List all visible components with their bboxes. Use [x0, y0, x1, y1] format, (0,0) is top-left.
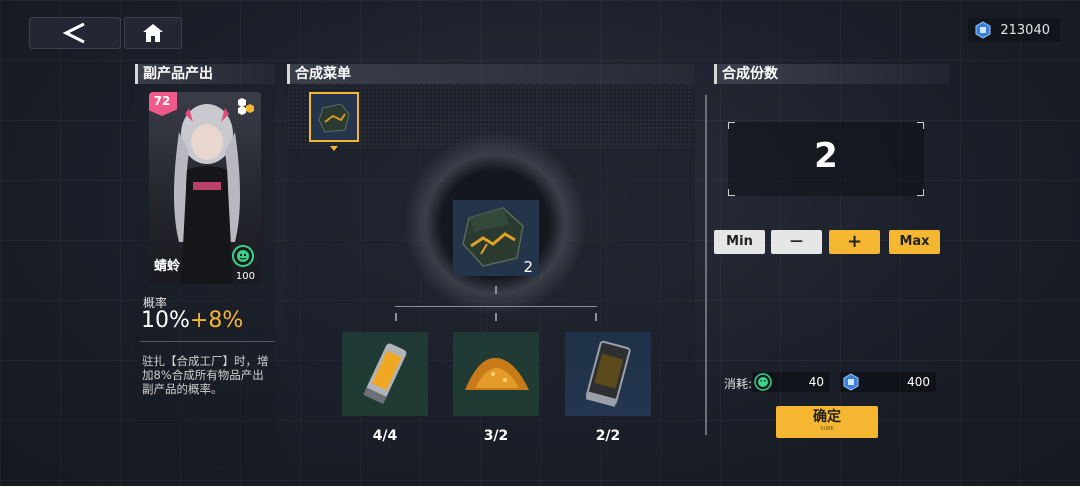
ingredient-count-3: 2/2 [595, 428, 621, 444]
ingredient-slot-1[interactable] [342, 332, 428, 416]
class-hex-icon [238, 98, 254, 115]
frame-corner [917, 122, 924, 129]
cost-value-1: 40 [808, 375, 824, 389]
frame-corner [728, 189, 735, 196]
synthesis-menu: 2 4/4 3/2 2/2 [287, 86, 695, 466]
battery-cell-icon [363, 343, 407, 405]
cost-item-1: 40 [752, 372, 830, 392]
frame-corner [728, 122, 735, 129]
byproduct-title: 副产品产出 [135, 64, 275, 84]
ingredient-count-1: 4/4 [372, 428, 398, 444]
confirm-sublabel: SURE [820, 426, 834, 432]
tree-line [495, 313, 497, 321]
output-count: 2 [523, 258, 533, 276]
byproduct-panel: 72 蜻蛉 100 概率 10%+8% 驻扎【合成工厂】时，增加8%合成所有物品… [135, 86, 275, 466]
home-icon [143, 24, 163, 42]
chip-icon [975, 21, 991, 39]
byproduct-description: 驻扎【合成工厂】时，增加8%合成所有物品产出副产品的概率。 [142, 354, 269, 396]
home-button[interactable] [124, 17, 182, 49]
back-arrow-icon [62, 22, 85, 44]
character-count: 100 [235, 271, 255, 282]
divider [140, 341, 275, 342]
minus-button[interactable]: — [771, 230, 822, 254]
probability-bonus: +8% [189, 308, 244, 333]
quantity-value: 2 [814, 136, 838, 176]
plus-button[interactable]: + [829, 230, 880, 254]
tree-line [495, 286, 497, 294]
selected-caret [330, 146, 338, 151]
max-button[interactable]: Max [889, 230, 940, 254]
cost-value-2: 400 [907, 375, 930, 389]
tree-line [395, 313, 397, 321]
cost-item-2: 400 [840, 372, 936, 392]
tree-line [395, 306, 597, 307]
confirm-button[interactable]: 确定 SURE [776, 406, 878, 438]
frame-corner [917, 189, 924, 196]
ore-pile-icon [465, 357, 529, 390]
output-item[interactable]: 2 [453, 200, 539, 276]
ingredient-slot-3[interactable] [565, 332, 651, 416]
character-name: 蜻蛉 [154, 259, 181, 274]
confirm-label: 确定 [813, 409, 841, 425]
quantity-panel: 2 Min — + Max 消耗: 40 400 确定 SURE [714, 86, 944, 466]
back-button[interactable] [29, 17, 121, 49]
cost-label: 消耗: [724, 377, 753, 391]
quantity-display: 2 [728, 122, 924, 196]
chip-icon [843, 373, 859, 391]
tree-line [595, 313, 597, 321]
canister-icon [585, 340, 631, 407]
synthesis-menu-title: 合成菜单 [287, 64, 695, 84]
ore-cube-icon [318, 103, 350, 133]
ingredient-slot-2[interactable] [453, 332, 539, 416]
currency-value: 213040 [1000, 22, 1050, 38]
panel-divider [705, 95, 707, 435]
probability-base: 10% [141, 308, 190, 333]
ingredient-count-2: 3/2 [483, 428, 509, 444]
green-face-icon [754, 373, 772, 391]
currency-display: 213040 [968, 18, 1060, 42]
probability-value: 10%+8% [141, 308, 243, 333]
recipe-slot-selected[interactable] [309, 92, 359, 142]
quantity-title: 合成份数 [714, 64, 950, 84]
green-face-icon [232, 245, 254, 267]
character-card[interactable]: 72 蜻蛉 100 [149, 92, 261, 284]
min-button[interactable]: Min [714, 230, 765, 254]
